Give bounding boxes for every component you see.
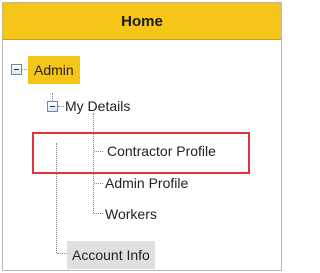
tree-node-workers[interactable]: Workers bbox=[105, 205, 157, 223]
connector-line bbox=[58, 106, 64, 107]
connector-line bbox=[94, 183, 103, 184]
tree-header: Home bbox=[3, 3, 281, 40]
connector-line bbox=[52, 93, 53, 101]
focus-highlight-box bbox=[32, 132, 250, 174]
tree-node-label: My Details bbox=[65, 98, 131, 114]
tree-header-title: Home bbox=[121, 12, 163, 30]
tree-node-label: Admin Profile bbox=[105, 175, 189, 191]
connector-line bbox=[57, 253, 67, 254]
minus-expander-icon[interactable] bbox=[11, 64, 22, 75]
tree-node-label: Admin bbox=[34, 62, 74, 78]
minus-expander-icon[interactable] bbox=[47, 101, 58, 112]
tree-node-label: Account Info bbox=[72, 247, 150, 263]
tree-node-admin-profile[interactable]: Admin Profile bbox=[105, 174, 188, 192]
tree-node-my-details[interactable]: My Details bbox=[65, 97, 130, 115]
tree-node-admin[interactable]: Admin bbox=[28, 56, 80, 84]
tree-node-account-info[interactable]: Account Info bbox=[67, 241, 155, 269]
tree-node-label: Workers bbox=[105, 206, 157, 222]
connector-line bbox=[94, 213, 103, 214]
navigation-tree-panel: Home Admin My Details Contractor Profile… bbox=[2, 2, 282, 271]
